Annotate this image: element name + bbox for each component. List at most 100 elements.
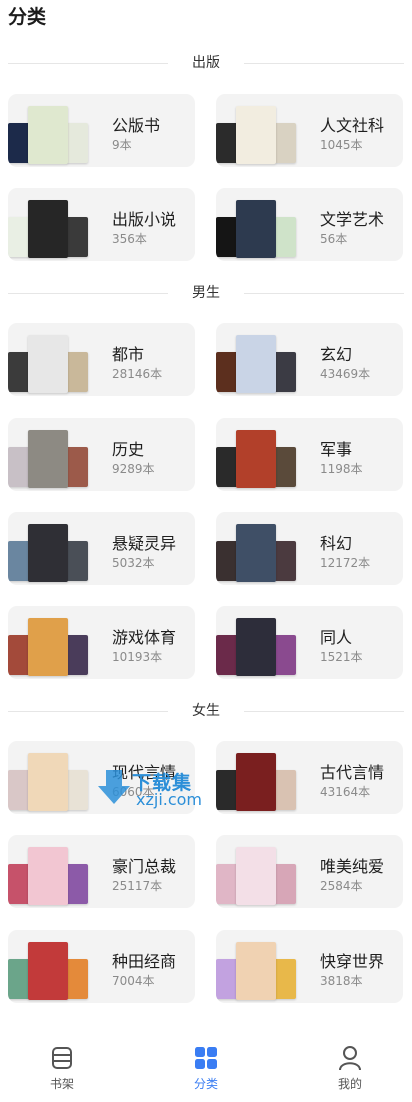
download-arrow-icon <box>98 770 130 804</box>
book-cover <box>8 864 30 904</box>
book-cover <box>216 447 238 487</box>
book-cover <box>66 352 88 392</box>
category-count: 25117本 <box>112 879 163 893</box>
book-cover <box>66 541 88 581</box>
category-count: 10193本 <box>112 650 163 664</box>
category-card[interactable]: 玄幻 43469本 <box>216 323 403 396</box>
category-count: 9本 <box>112 138 132 152</box>
cover-stack <box>8 106 98 166</box>
category-count: 2584本 <box>320 879 363 893</box>
book-cover <box>8 352 30 392</box>
category-card[interactable]: 游戏体育 10193本 <box>8 606 195 679</box>
profile-icon <box>339 1046 361 1071</box>
book-cover <box>8 770 30 810</box>
category-name: 快穿世界 <box>320 952 385 971</box>
cover-stack <box>8 847 98 907</box>
section-header-male: 男生 <box>8 283 404 303</box>
book-cover <box>28 618 68 676</box>
book-cover <box>236 618 276 676</box>
section-header-publish: 出版 <box>8 53 404 73</box>
book-cover <box>236 524 276 582</box>
cover-stack <box>8 942 98 1002</box>
book-cover <box>66 635 88 675</box>
book-cover <box>274 447 296 487</box>
book-cover <box>236 200 276 258</box>
book-cover <box>236 335 276 393</box>
category-card[interactable]: 唯美纯爱 2584本 <box>216 835 403 908</box>
category-name: 科幻 <box>320 534 353 553</box>
category-name: 古代言情 <box>320 763 385 782</box>
category-count: 56本 <box>320 232 348 246</box>
watermark-logo: 下载集 xzji.com <box>96 768 236 812</box>
tab-bookshelf[interactable]: 书架 <box>22 1045 102 1092</box>
book-cover <box>28 200 68 258</box>
category-name: 同人 <box>320 628 353 647</box>
book-cover <box>216 541 238 581</box>
tab-label: 书架 <box>49 1077 74 1091</box>
divider <box>244 293 404 294</box>
category-card[interactable]: 科幻 12172本 <box>216 512 403 585</box>
book-cover <box>236 847 276 905</box>
category-name: 军事 <box>320 440 353 459</box>
book-cover <box>236 942 276 1000</box>
book-cover <box>216 352 238 392</box>
category-count: 28146本 <box>112 367 163 381</box>
category-name: 悬疑灵异 <box>112 534 177 553</box>
cover-stack <box>8 524 98 584</box>
cover-stack <box>216 335 306 395</box>
category-count: 1521本 <box>320 650 363 664</box>
cover-stack <box>216 942 306 1002</box>
category-name: 都市 <box>112 345 145 364</box>
cover-stack <box>216 106 306 166</box>
book-cover <box>8 217 30 257</box>
category-card[interactable]: 历史 9289本 <box>8 418 195 491</box>
book-cover <box>216 635 238 675</box>
book-cover <box>274 635 296 675</box>
category-card[interactable]: 古代言情 43164本 <box>216 741 403 814</box>
bottom-tab-bar: 书架 分类 我的 <box>0 1035 412 1102</box>
tab-profile[interactable]: 我的 <box>310 1045 390 1092</box>
book-cover <box>274 217 296 257</box>
category-card[interactable]: 出版小说 356本 <box>8 188 195 261</box>
category-card[interactable]: 文学艺术 56本 <box>216 188 403 261</box>
category-card[interactable]: 都市 28146本 <box>8 323 195 396</box>
book-cover <box>28 942 68 1000</box>
category-name: 游戏体育 <box>112 628 177 647</box>
category-card[interactable]: 人文社科 1045本 <box>216 94 403 167</box>
book-cover <box>274 123 296 163</box>
category-card[interactable]: 种田经商 7004本 <box>8 930 195 1003</box>
category-name: 历史 <box>112 440 145 459</box>
cover-stack <box>8 618 98 678</box>
category-name: 文学艺术 <box>320 210 385 229</box>
book-cover <box>8 447 30 487</box>
book-cover <box>66 123 88 163</box>
category-card[interactable]: 悬疑灵异 5032本 <box>8 512 195 585</box>
category-name: 豪门总裁 <box>112 857 177 876</box>
book-cover <box>236 106 276 164</box>
category-card[interactable]: 同人 1521本 <box>216 606 403 679</box>
divider <box>244 711 404 712</box>
tab-label: 分类 <box>193 1077 218 1091</box>
book-cover <box>274 959 296 999</box>
book-cover <box>8 123 30 163</box>
category-count: 12172本 <box>320 556 371 570</box>
category-card[interactable]: 军事 1198本 <box>216 418 403 491</box>
cover-stack <box>216 847 306 907</box>
category-count: 43469本 <box>320 367 371 381</box>
book-cover <box>28 524 68 582</box>
tab-category[interactable]: 分类 <box>166 1045 246 1092</box>
category-name: 唯美纯爱 <box>320 857 385 876</box>
category-count: 1198本 <box>320 462 363 476</box>
book-cover <box>274 864 296 904</box>
book-cover <box>66 959 88 999</box>
book-cover <box>274 352 296 392</box>
book-cover <box>236 430 276 488</box>
category-card[interactable]: 快穿世界 3818本 <box>216 930 403 1003</box>
page-title: 分类 <box>8 6 47 28</box>
book-cover <box>8 959 30 999</box>
category-card[interactable]: 豪门总裁 25117本 <box>8 835 195 908</box>
cover-stack <box>216 200 306 260</box>
category-card[interactable]: 公版书 9本 <box>8 94 195 167</box>
cover-stack <box>216 524 306 584</box>
category-count: 7004本 <box>112 974 155 988</box>
